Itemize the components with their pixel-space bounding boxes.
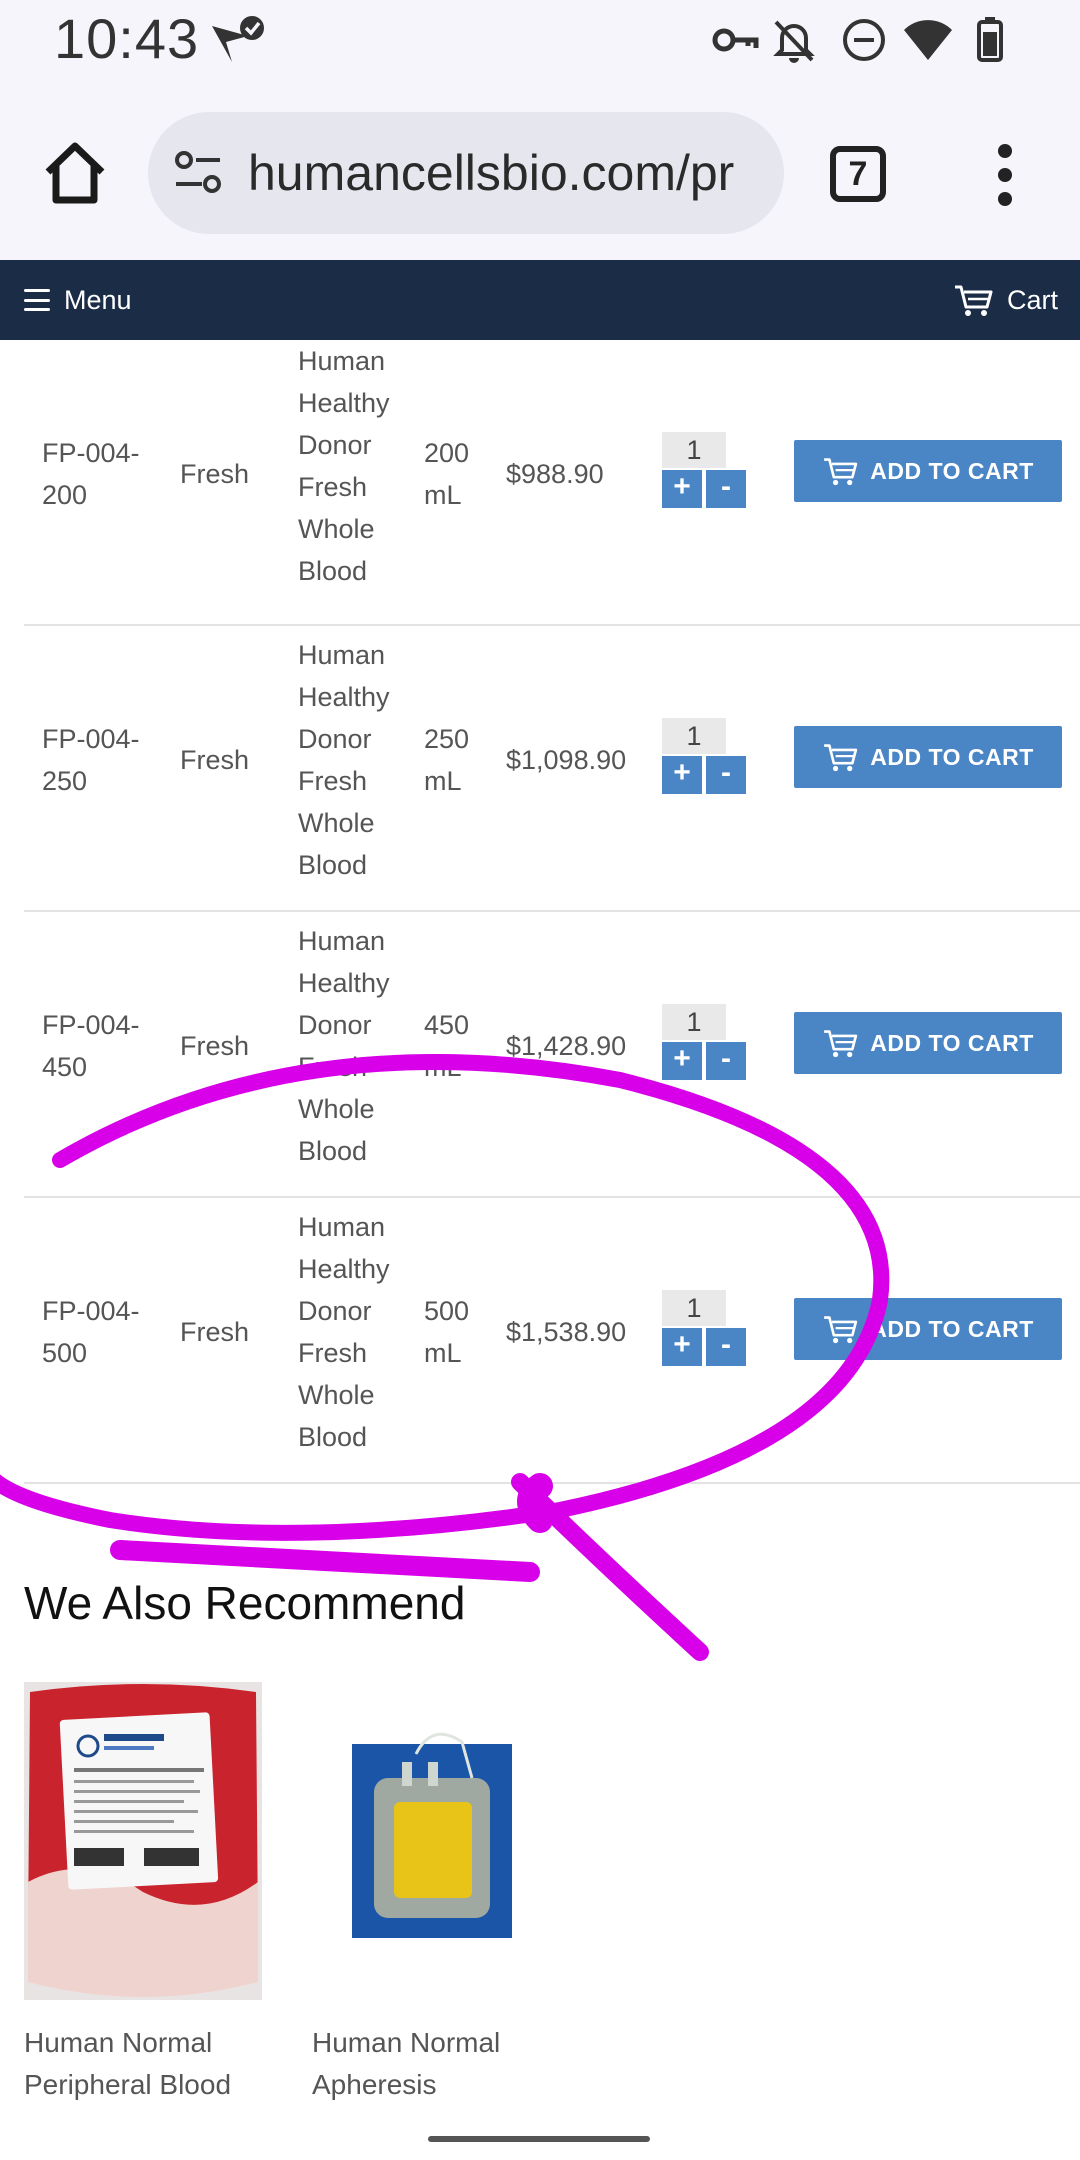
tab-switcher-button[interactable]: 7 <box>830 146 886 202</box>
description-cell: Human Healthy Donor Fresh Whole Blood <box>298 640 390 880</box>
add-to-cart-label: ADD TO CART <box>870 743 1034 770</box>
site-settings-icon[interactable] <box>172 146 224 198</box>
quantity-stepper: 1 + - <box>656 718 746 794</box>
table-row: FP-004-250 Fresh Human Healthy Donor Fre… <box>24 626 1080 912</box>
cart-icon <box>824 1316 858 1344</box>
recommended-product[interactable]: Human Normal Peripheral Blood <box>24 1682 284 2106</box>
browser-toolbar: humancellsbio.com/pr 7 <box>0 84 1080 260</box>
cart-icon <box>824 744 858 772</box>
type-cell: Fresh <box>180 745 250 775</box>
do-not-disturb-icon <box>843 19 885 61</box>
recommended-product[interactable]: Human Normal Apheresis <box>312 1682 572 2106</box>
price-cell: $988.90 <box>506 459 604 489</box>
home-icon[interactable] <box>40 138 110 208</box>
table-row: FP-004-500 Fresh Human Healthy Donor Fre… <box>24 1198 1080 1484</box>
key-icon <box>712 28 759 52</box>
cart-label: Cart <box>1006 284 1058 315</box>
quantity-increase-button[interactable]: + <box>662 756 702 794</box>
battery-icon <box>977 17 1003 62</box>
description-cell: Human Healthy Donor Fresh Whole Blood <box>298 926 390 1166</box>
cart-icon <box>824 1030 858 1058</box>
sku-cell: FP-004-250 <box>42 724 140 796</box>
site-nav: Menu Cart <box>0 260 1080 340</box>
quantity-stepper: 1 + - <box>656 1290 746 1366</box>
quantity-decrease-button[interactable]: - <box>706 470 746 508</box>
quantity-increase-button[interactable]: + <box>662 1328 702 1366</box>
recommend-heading: We Also Recommend <box>24 1577 466 1629</box>
quantity-stepper: 1 + - <box>656 1004 746 1080</box>
home-indicator[interactable] <box>428 2136 650 2142</box>
quantity-decrease-button[interactable]: - <box>706 756 746 794</box>
description-cell: Human Healthy Donor Fresh Whole Blood <box>298 1212 390 1452</box>
send-check-icon <box>212 16 264 62</box>
description-cell: Human Healthy Donor Fresh Whole Blood <box>298 346 390 586</box>
bell-off-icon <box>773 20 815 63</box>
quantity-input[interactable]: 1 <box>662 718 726 754</box>
table-row: FP-004-200 Fresh Human Healthy Donor Fre… <box>24 340 1080 626</box>
cart-icon <box>824 458 858 486</box>
type-cell: Fresh <box>180 459 250 489</box>
menu-button[interactable]: Menu <box>24 280 132 320</box>
add-to-cart-button[interactable]: ADD TO CART <box>794 1012 1062 1074</box>
quantity-decrease-button[interactable]: - <box>706 1328 746 1366</box>
quantity-input[interactable]: 1 <box>662 1290 726 1326</box>
recommended-product-name[interactable]: Human Normal Peripheral Blood <box>24 2022 284 2106</box>
url-text[interactable]: humancellsbio.com/pr <box>248 144 734 202</box>
sku-cell: FP-004-200 <box>42 438 140 510</box>
cart-icon <box>954 285 993 316</box>
sku-cell: FP-004-450 <box>42 1010 140 1082</box>
quantity-input[interactable]: 1 <box>662 1004 726 1040</box>
size-cell: 250 mL <box>424 724 470 796</box>
hamburger-icon <box>24 289 50 311</box>
recommended-product-name[interactable]: Human Normal Apheresis <box>312 2022 572 2106</box>
menu-label: Menu <box>64 284 132 315</box>
add-to-cart-label: ADD TO CART <box>870 1029 1034 1056</box>
address-bar[interactable]: humancellsbio.com/pr <box>148 112 784 234</box>
quantity-input[interactable]: 1 <box>662 432 726 468</box>
quantity-increase-button[interactable]: + <box>662 470 702 508</box>
status-bar: 10:43 <box>0 0 1080 84</box>
quantity-increase-button[interactable]: + <box>662 1042 702 1080</box>
sku-cell: FP-004-500 <box>42 1296 140 1368</box>
quantity-stepper: 1 + - <box>656 432 746 508</box>
size-cell: 200 mL <box>424 438 470 510</box>
size-cell: 500 mL <box>424 1296 470 1368</box>
price-cell: $1,098.90 <box>506 745 627 775</box>
add-to-cart-label: ADD TO CART <box>870 457 1034 484</box>
add-to-cart-button[interactable]: ADD TO CART <box>794 726 1062 788</box>
product-image[interactable] <box>24 1682 262 2000</box>
add-to-cart-label: ADD TO CART <box>870 1315 1034 1342</box>
product-table: FP-004-200 Fresh Human Healthy Donor Fre… <box>0 340 1080 1484</box>
table-row: FP-004-450 Fresh Human Healthy Donor Fre… <box>24 912 1080 1198</box>
price-cell: $1,428.90 <box>506 1031 627 1061</box>
price-cell: $1,538.90 <box>506 1317 627 1347</box>
status-time: 10:43 <box>54 7 200 70</box>
quantity-decrease-button[interactable]: - <box>706 1042 746 1080</box>
type-cell: Fresh <box>180 1317 250 1347</box>
product-image[interactable] <box>312 1682 550 2000</box>
cart-button[interactable]: Cart <box>953 278 1058 322</box>
add-to-cart-button[interactable]: ADD TO CART <box>794 440 1062 502</box>
size-cell: 450 mL <box>424 1010 470 1082</box>
type-cell: Fresh <box>180 1031 250 1061</box>
wifi-icon <box>904 20 952 60</box>
more-vert-icon[interactable] <box>990 144 1020 208</box>
add-to-cart-button[interactable]: ADD TO CART <box>794 1298 1062 1360</box>
